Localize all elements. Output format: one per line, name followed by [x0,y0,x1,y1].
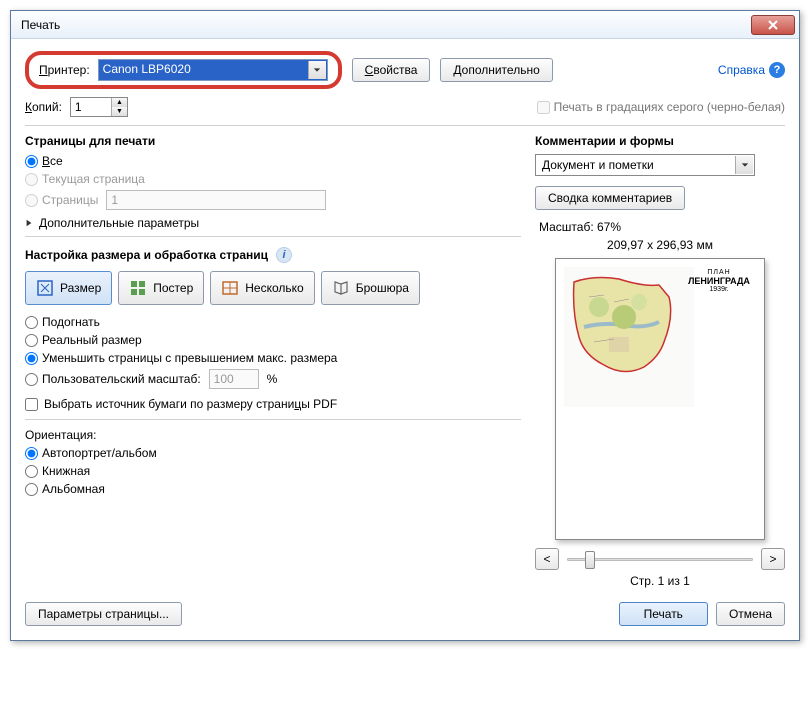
orient-landscape-radio[interactable] [25,483,38,496]
custom-scale-input [209,369,259,389]
print-button[interactable]: Печать [619,602,708,626]
chevron-down-icon [308,61,326,79]
size-icon [36,279,54,297]
actual-radio[interactable] [25,334,38,347]
printer-value: Canon LBP6020 [103,62,191,76]
poster-icon [129,279,147,297]
close-icon [768,20,778,30]
info-icon[interactable]: i [276,247,292,263]
advanced-button[interactable]: Дополнительно [440,58,552,82]
shrink-radio[interactable] [25,352,38,365]
comments-summary-button[interactable]: Сводка комментариев [535,186,685,210]
tab-booklet[interactable]: Брошюра [321,271,420,305]
printer-highlight: Принтер: Canon LBP6020 [25,51,342,89]
pages-range-radio [25,194,38,207]
slider-thumb[interactable] [585,551,595,569]
paper-source-label: Выбрать источник бумаги по размеру стран… [44,397,337,411]
pages-current-radio [25,173,38,186]
tab-size[interactable]: Размер [25,271,112,305]
chevron-right-icon [25,219,33,227]
close-button[interactable] [751,15,795,35]
titlebar: Печать [11,11,799,39]
print-dialog: Печать Принтер: Canon LBP6020 Свойства Д… [10,10,800,641]
spinner-buttons[interactable]: ▲▼ [111,98,127,116]
preview-slider[interactable] [567,549,753,569]
preview-next-button[interactable]: > [761,548,785,570]
actual-label: Реальный размер [42,333,142,347]
pages-range-input [106,190,326,210]
window-title: Печать [21,18,60,32]
map-preview-image [564,267,694,407]
booklet-icon [332,279,350,297]
comments-select[interactable]: Документ и пометки [535,154,755,176]
multiple-icon [221,279,239,297]
pages-current-label: Текущая страница [42,172,145,186]
grayscale-checkbox [537,101,550,114]
orient-landscape-label: Альбомная [42,482,105,496]
pages-all-radio[interactable] [25,155,38,168]
help-icon[interactable]: ? [769,62,785,78]
pages-title: Страницы для печати [25,134,521,148]
map-title-block: ПЛАН ЛЕНИНГРАДА 1939г. [684,269,754,293]
paper-source-checkbox[interactable] [25,398,38,411]
fit-radio[interactable] [25,316,38,329]
chevron-down-icon [735,156,753,174]
custom-label: Пользовательский масштаб: [42,372,201,386]
more-options-toggle[interactable]: Дополнительные параметры [25,216,521,230]
orient-auto-label: Автопортрет/альбом [42,446,157,460]
page-setup-button[interactable]: Параметры страницы... [25,602,182,626]
tab-poster[interactable]: Постер [118,271,204,305]
preview-prev-button[interactable]: < [535,548,559,570]
preview-dimensions: 209,97 x 296,93 мм [535,238,785,252]
orient-portrait-label: Книжная [42,464,90,478]
sizing-title: Настройка размера и обработка страниц [25,248,268,262]
copies-input[interactable] [71,98,111,116]
comments-title: Комментарии и формы [535,134,785,148]
shrink-label: Уменьшить страницы с превышением макс. р… [42,351,337,365]
orient-auto-radio[interactable] [25,447,38,460]
printer-select[interactable]: Canon LBP6020 [98,59,328,81]
custom-radio[interactable] [25,373,38,386]
tab-multiple[interactable]: Несколько [210,271,314,305]
copies-label: Копий: [25,100,62,114]
page-indicator: Стр. 1 из 1 [535,574,785,588]
pages-range-label: Страницы [42,193,98,207]
help-link[interactable]: Справка [718,63,765,77]
printer-label: Принтер: [39,63,90,77]
orient-portrait-radio[interactable] [25,465,38,478]
print-preview: ПЛАН ЛЕНИНГРАДА 1939г. [555,258,765,540]
fit-label: Подогнать [42,315,100,329]
copies-spinner[interactable]: ▲▼ [70,97,128,117]
cancel-button[interactable]: Отмена [716,602,785,626]
properties-button[interactable]: Свойства [352,58,431,82]
dialog-content: Принтер: Canon LBP6020 Свойства Дополнит… [11,39,799,640]
pages-all-label: Все [42,154,63,168]
orientation-title: Ориентация: [25,428,521,442]
more-options-label: Дополнительные параметры [39,216,199,230]
grayscale-label: Печать в градациях серого (черно-белая) [554,100,785,114]
preview-scale-label: Масштаб: 67% [539,220,785,234]
